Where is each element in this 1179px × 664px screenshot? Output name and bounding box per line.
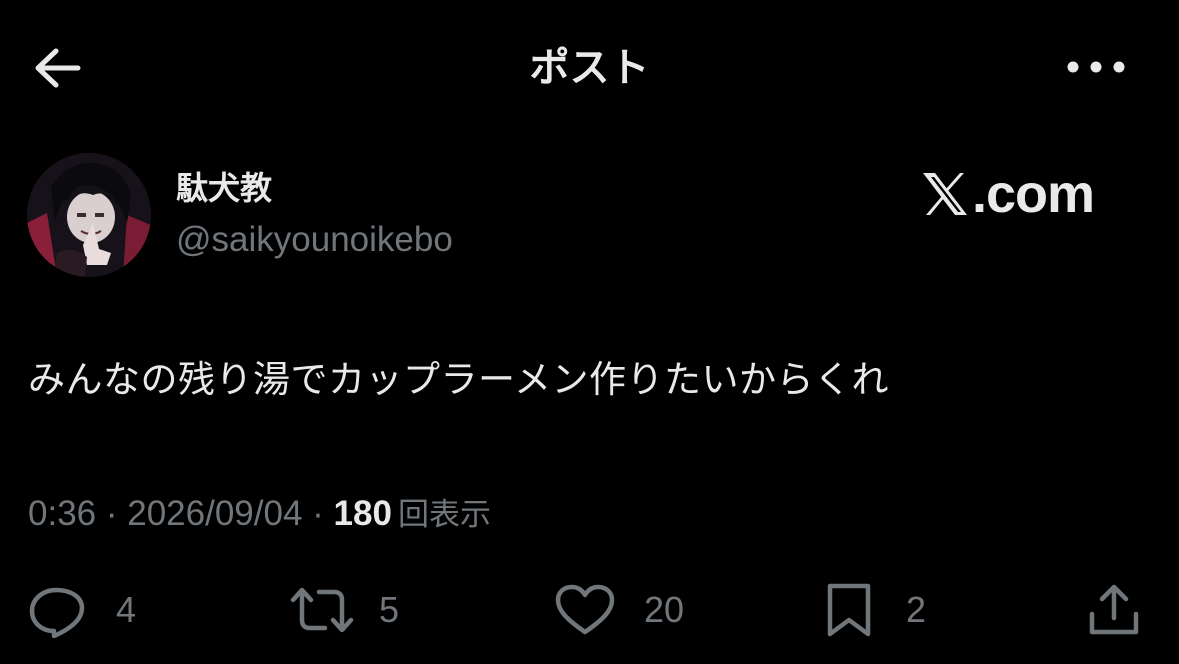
like-count: 20	[644, 589, 685, 630]
reply-count: 4	[116, 589, 137, 630]
meta-separator: ·	[312, 494, 324, 533]
bookmark-icon	[827, 583, 871, 637]
reply-icon	[29, 587, 85, 638]
meta-separator: ·	[105, 494, 118, 533]
page-title: ポスト	[529, 45, 650, 91]
views-count: 180	[333, 494, 392, 533]
post-date[interactable]: 2026/09/04	[127, 494, 302, 533]
author-display-name[interactable]: 駄犬教	[176, 166, 272, 210]
repost-count: 5	[379, 589, 400, 630]
author-handle[interactable]: @saikyounoikebo	[176, 218, 453, 262]
heart-icon	[555, 584, 615, 635]
watermark-text: .com	[972, 164, 1095, 224]
like-button[interactable]: 20	[552, 582, 684, 638]
x-logo	[923, 173, 967, 215]
views-label: 回表示	[397, 497, 491, 533]
reply-button[interactable]: 4	[26, 582, 136, 638]
avatar[interactable]	[27, 153, 151, 277]
avatar-image	[27, 153, 151, 277]
x-com-watermark: .com	[920, 164, 1120, 224]
bookmark-count: 2	[906, 589, 927, 630]
repost-icon	[290, 587, 354, 633]
back-button[interactable]	[28, 42, 88, 94]
post-time[interactable]: 0:36	[28, 494, 96, 533]
arrow-left-icon	[35, 48, 81, 88]
post-meta: 0:36 · 2026/09/04 · 180 回表示	[28, 492, 491, 537]
post-text: みんなの残り湯でカップラーメン作りたいからくれ	[28, 358, 890, 401]
more-horizontal-icon	[1067, 61, 1125, 73]
share-icon	[1089, 584, 1139, 635]
repost-button[interactable]: 5	[287, 582, 399, 638]
share-button[interactable]	[1084, 582, 1144, 638]
more-button[interactable]	[1056, 44, 1136, 90]
bookmark-button[interactable]: 2	[820, 582, 926, 638]
top-bar: ポスト	[0, 0, 1179, 135]
